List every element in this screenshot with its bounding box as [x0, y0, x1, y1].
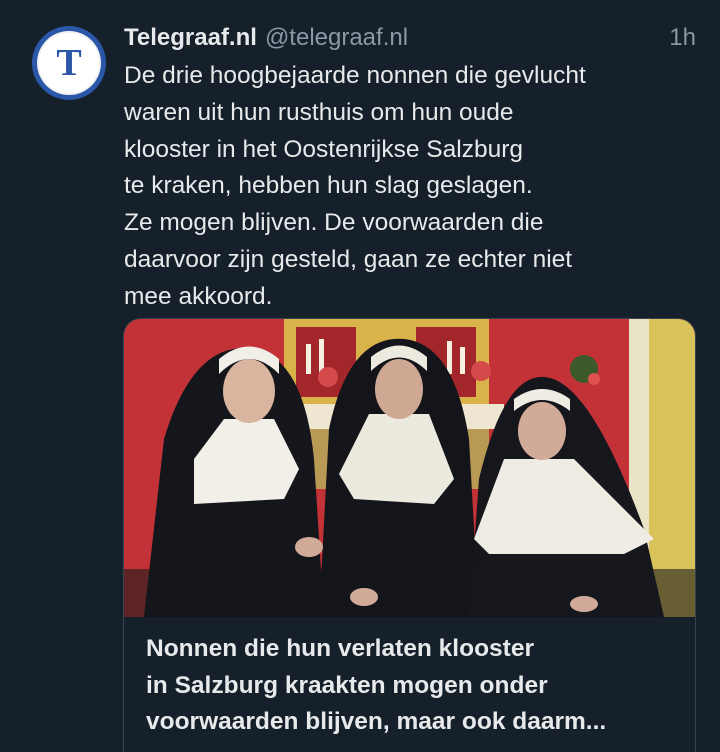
telegraaf-logo-icon: T	[37, 31, 101, 95]
tweet-text: De drie hoogbejaarde nonnen die gevlucht…	[124, 62, 586, 310]
display-name[interactable]: Telegraaf.nl	[124, 24, 257, 52]
tweet-header: Telegraaf.nl @telegraaf.nl 1h	[124, 22, 696, 54]
timestamp[interactable]: 1h	[669, 24, 696, 52]
user-handle[interactable]: @telegraaf.nl	[265, 24, 408, 52]
avatar[interactable]: T	[32, 26, 106, 100]
card-title[interactable]: Nonnen die hun verlaten klooster in Salz…	[146, 631, 676, 741]
card-image[interactable]	[124, 319, 695, 617]
nuns-photo	[124, 319, 695, 617]
tweet[interactable]: T Telegraaf.nl @telegraaf.nl 1h De drie …	[0, 0, 720, 752]
link-card[interactable]: Nonnen die hun verlaten klooster in Salz…	[123, 318, 696, 752]
svg-text:T: T	[56, 42, 81, 84]
